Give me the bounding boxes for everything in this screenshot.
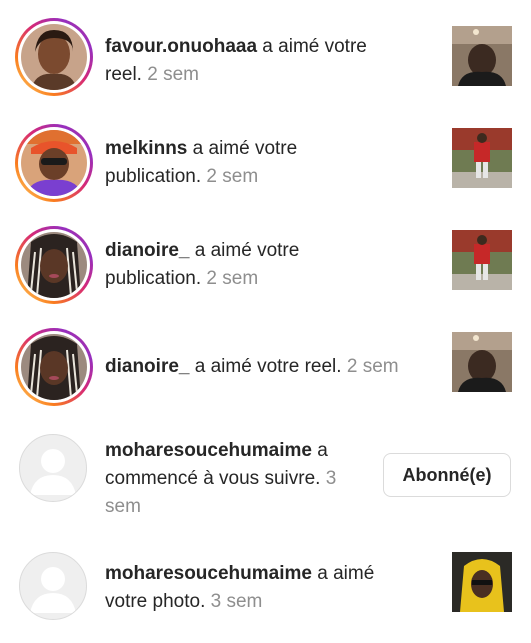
avatar-border (18, 229, 90, 301)
username[interactable]: dianoire_ (105, 240, 189, 261)
timestamp: 2 sem (206, 166, 259, 187)
avatar-story-ring[interactable] (15, 328, 93, 406)
timestamp: 2 sem (147, 64, 199, 85)
post-thumbnail[interactable] (452, 552, 512, 612)
username[interactable]: dianoire_ (105, 356, 189, 377)
username[interactable]: melkinns (105, 138, 187, 159)
notification-item[interactable]: dianoire_ a aimé votre reel. 2 sem (0, 314, 531, 416)
default-user-icon (30, 567, 76, 613)
avatar-border (18, 127, 90, 199)
timestamp: 2 sem (206, 268, 259, 289)
timestamp: 2 sem (346, 356, 399, 377)
post-thumbnail[interactable] (452, 332, 512, 392)
timestamp: 3 sem (210, 591, 263, 612)
avatar (21, 232, 87, 298)
following-button[interactable]: Abonné(e) (383, 453, 511, 497)
avatar (21, 130, 87, 196)
avatar (21, 334, 87, 400)
post-thumbnail[interactable] (452, 128, 512, 188)
avatar-border (18, 331, 90, 403)
avatar-story-ring[interactable] (15, 124, 93, 202)
username[interactable]: moharesoucehumaime (105, 440, 312, 461)
avatar-border (18, 21, 90, 93)
avatar-placeholder[interactable] (19, 552, 87, 620)
notification-item[interactable]: melkinns a aimé votre publication. 2 sem (0, 110, 531, 212)
avatar (21, 24, 87, 90)
username[interactable]: moharesoucehumaime (105, 563, 312, 584)
avatar-placeholder[interactable] (19, 434, 87, 502)
notification-item[interactable]: moharesoucehumaime a aimé votre photo. 3… (0, 532, 531, 643)
notification-item[interactable]: favour.onuohaaa a aimé votre reel. 2 sem (0, 0, 531, 110)
post-thumbnail[interactable] (452, 230, 512, 290)
avatar-story-ring[interactable] (15, 18, 93, 96)
action-text: a aimé votre reel. (189, 356, 342, 377)
avatar-story-ring[interactable] (15, 226, 93, 304)
default-user-icon (30, 449, 76, 495)
notification-item[interactable]: dianoire_ a aimé votre publication. 2 se… (0, 212, 531, 314)
post-thumbnail[interactable] (452, 26, 512, 86)
username[interactable]: favour.onuohaaa (105, 36, 257, 57)
